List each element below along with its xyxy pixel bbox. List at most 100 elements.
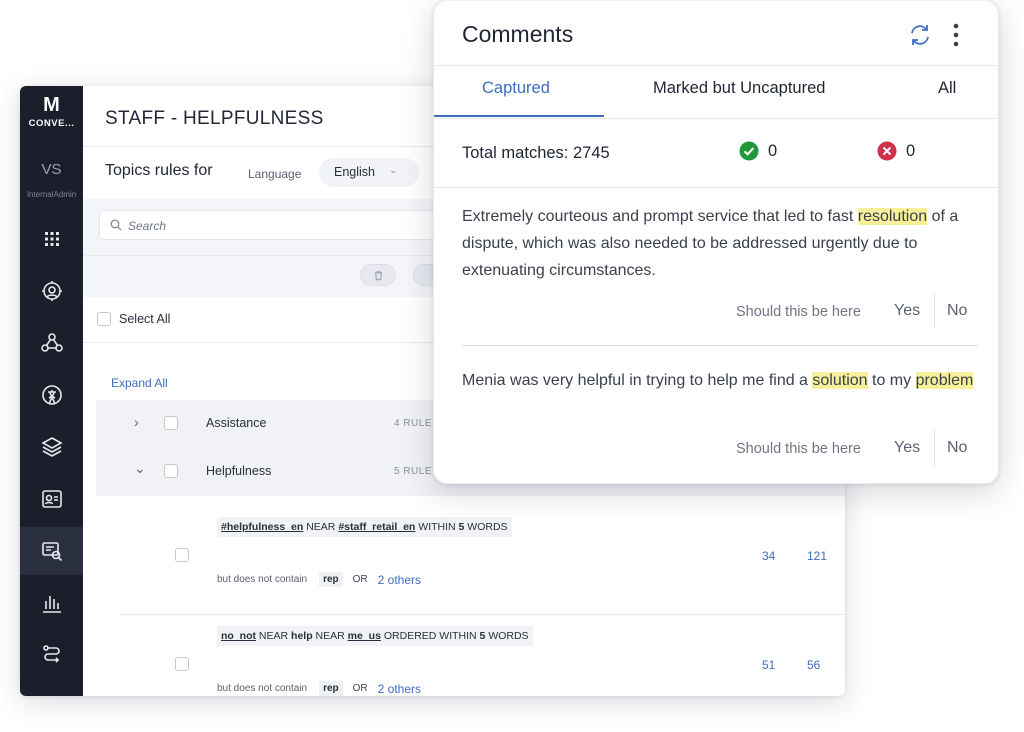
page-title: STAFF - HELPFULNESS xyxy=(105,108,324,129)
analytics-icon xyxy=(41,281,62,301)
rule-count[interactable]: 56 xyxy=(807,658,820,672)
rule-operator: OR xyxy=(352,574,368,585)
comment-segment: to my xyxy=(867,372,916,389)
should-be-here-label: Should this be here xyxy=(736,304,861,320)
rule-term: help xyxy=(291,630,313,642)
rule-distance: 5 xyxy=(479,630,486,642)
search-input[interactable]: Search xyxy=(99,210,459,240)
rule-operator: OR xyxy=(352,683,368,694)
language-select[interactable]: English xyxy=(319,158,419,187)
rule-operator: WITHIN xyxy=(418,521,456,533)
sidebar-item-reports[interactable] xyxy=(20,579,83,627)
logo-text: CONVE... xyxy=(28,118,75,129)
yes-button[interactable]: Yes xyxy=(894,302,920,320)
divider xyxy=(434,187,998,188)
more-options-icon[interactable] xyxy=(950,21,962,49)
comments-title: Comments xyxy=(462,21,574,47)
no-button[interactable]: No xyxy=(947,439,967,457)
rule-operator: ORDERED xyxy=(383,630,437,642)
no-button[interactable]: No xyxy=(947,302,967,320)
rule-exclusions: but does not contain rep OR 2 others xyxy=(217,681,421,696)
user-initials[interactable]: VS xyxy=(20,161,83,178)
language-label: Language xyxy=(248,167,302,181)
rule-term: no_not xyxy=(221,630,256,642)
chevron-down-icon[interactable]: ⌄ xyxy=(134,460,146,477)
topic-checkbox[interactable] xyxy=(164,464,178,478)
exclude-label: but does not contain xyxy=(217,683,308,694)
total-matches: Total matches: 2745 xyxy=(462,144,610,162)
select-all[interactable]: Select All xyxy=(97,312,170,326)
rule-term: me_us xyxy=(347,630,381,642)
tab-marked-uncaptured[interactable]: Marked but Uncaptured xyxy=(653,79,825,98)
sidebar-item-network[interactable] xyxy=(20,319,83,367)
exclude-term: rep xyxy=(319,572,343,587)
sidebar-item-contacts[interactable] xyxy=(20,475,83,523)
rule-exclusions: but does not contain rep OR 2 others xyxy=(217,572,421,587)
sidebar-item-grid[interactable] xyxy=(20,215,83,263)
rule-expression[interactable]: no_not NEAR help NEAR me_us ORDERED WITH… xyxy=(217,626,533,646)
logo[interactable]: M CONVE... xyxy=(20,94,83,129)
topic-search-icon xyxy=(41,542,62,562)
divider xyxy=(434,65,998,66)
topic-checkbox[interactable] xyxy=(164,416,178,430)
search-icon xyxy=(110,219,122,231)
sidebar-item-analytics[interactable] xyxy=(20,267,83,315)
search-placeholder: Search xyxy=(128,219,167,233)
topic-name: Assistance xyxy=(206,416,267,430)
sidebar-item-flows[interactable] xyxy=(20,631,83,679)
rule-checkbox[interactable] xyxy=(175,657,189,671)
rule-term: #helpfulness_en xyxy=(221,521,304,533)
sidebar: M CONVE... VS InternalAdmin xyxy=(20,86,83,696)
topic-name: Helpfulness xyxy=(206,464,272,478)
highlighted-term: solution xyxy=(812,372,868,389)
refresh-icon[interactable] xyxy=(906,21,934,49)
rule-row: #helpfulness_en NEAR #staff_retail_en WI… xyxy=(121,506,827,614)
exclude-label: but does not contain xyxy=(217,574,308,585)
delete-button[interactable] xyxy=(360,264,396,286)
rule-operator: NEAR xyxy=(306,521,336,533)
sidebar-item-layers[interactable] xyxy=(20,423,83,471)
active-tab-indicator xyxy=(434,115,604,117)
rule-count[interactable]: 121 xyxy=(807,549,827,563)
more-exclusions-link[interactable]: 2 others xyxy=(378,682,421,696)
yes-button[interactable]: Yes xyxy=(894,439,920,457)
more-exclusions-link[interactable]: 2 others xyxy=(378,573,421,587)
check-circle-icon xyxy=(739,141,759,161)
should-be-here-label: Should this be here xyxy=(736,441,861,457)
exclude-term: rep xyxy=(319,681,343,696)
trash-icon xyxy=(374,270,382,280)
tab-all[interactable]: All xyxy=(938,79,956,98)
sidebar-item-language[interactable] xyxy=(20,371,83,419)
divider xyxy=(934,293,935,329)
rule-operator: WORDS xyxy=(467,521,508,533)
highlighted-term: problem xyxy=(915,372,974,389)
comment-text: Menia was very helpful in trying to help… xyxy=(462,367,982,394)
rule-count[interactable]: 51 xyxy=(762,658,775,672)
divider xyxy=(462,345,978,346)
tab-captured[interactable]: Captured xyxy=(482,79,550,98)
rule-count[interactable]: 34 xyxy=(762,549,775,563)
bar-chart-icon xyxy=(42,596,61,613)
comment-segment: Extremely courteous and prompt service t… xyxy=(462,208,858,225)
grid-icon xyxy=(44,232,59,246)
rule-operator: WITHIN xyxy=(439,630,477,642)
select-all-checkbox[interactable] xyxy=(97,312,111,326)
rule-checkbox[interactable] xyxy=(175,548,189,562)
topic-rule-count: 4 RULE xyxy=(394,418,433,429)
topic-rule-count: 5 RULE xyxy=(394,466,433,477)
highlighted-term: resolution xyxy=(857,208,928,225)
chevron-right-icon[interactable]: › xyxy=(134,414,139,430)
expand-all-link[interactable]: Expand All xyxy=(111,376,168,390)
comments-panel: Comments Captured Marked but Uncaptured … xyxy=(433,0,999,484)
network-icon xyxy=(40,333,63,352)
rule-row: no_not NEAR help NEAR me_us ORDERED WITH… xyxy=(121,615,827,696)
approved-count: 0 xyxy=(768,142,778,160)
layers-icon xyxy=(40,437,63,457)
rule-operator: WORDS xyxy=(488,630,529,642)
comment-segment: Menia was very helpful in trying to help… xyxy=(462,372,813,389)
x-circle-icon xyxy=(877,141,897,161)
rule-term: #staff_retail_en xyxy=(338,521,416,533)
rule-expression[interactable]: #helpfulness_en NEAR #staff_retail_en WI… xyxy=(217,517,512,537)
sidebar-item-topics[interactable] xyxy=(20,527,83,575)
rule-operator: NEAR xyxy=(315,630,345,642)
